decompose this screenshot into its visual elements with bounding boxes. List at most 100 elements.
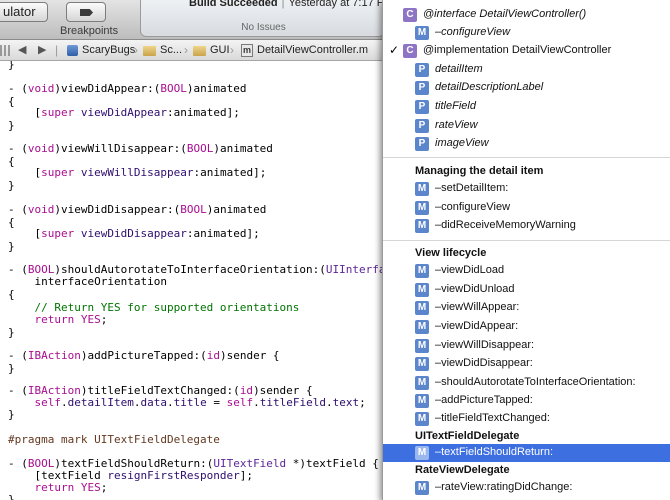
code-line: interfaceOrientation	[8, 275, 167, 288]
menu-item-property[interactable]: P rateView	[383, 117, 670, 135]
code-line: }	[8, 326, 15, 339]
menu-item-method[interactable]: M –addPictureTapped:	[383, 392, 670, 410]
menu-item-label: detailDescriptionLabel	[435, 81, 544, 93]
code-line: }	[8, 362, 15, 375]
code-line: }	[8, 240, 15, 253]
symbol-popup-menu: C @interface DetailViewController() M –c…	[382, 0, 670, 500]
menu-item-method[interactable]: M –viewDidAppear:	[383, 318, 670, 336]
code-line: {	[8, 288, 15, 301]
build-time: Yesterday at 7:17 PM	[288, 0, 394, 9]
menu-item-label: –didReceiveMemoryWarning	[435, 219, 576, 231]
menu-item-method[interactable]: M –setDetailItem:	[383, 180, 670, 198]
method-icon: M	[415, 357, 429, 371]
menu-item-label: imageView	[435, 137, 489, 149]
menu-item-method[interactable]: M –viewDidDisappear:	[383, 355, 670, 373]
menu-item-label: –viewDidAppear:	[435, 320, 519, 332]
code-line: [super viewDidAppear:animated];	[8, 106, 240, 119]
build-status: Build Succeeded | Yesterday at 7:17 PM	[189, 0, 393, 9]
breadcrumb-gui[interactable]: GUI	[210, 44, 230, 56]
menu-item-label: rateView	[435, 119, 478, 131]
menu-divider	[383, 240, 670, 241]
folder-icon	[143, 46, 156, 56]
menu-item-method[interactable]: M –shouldAutorotateToInterfaceOrientatio…	[383, 374, 670, 392]
property-icon: P	[415, 81, 429, 95]
property-icon: P	[415, 63, 429, 77]
method-icon: M	[415, 481, 429, 495]
menu-item-label: –viewWillAppear:	[435, 301, 520, 313]
method-icon: M	[415, 446, 429, 460]
menu-item-method[interactable]: M –viewWillDisappear:	[383, 337, 670, 355]
menu-item-method[interactable]: M –viewDidLoad	[383, 262, 670, 280]
code-line: - (void)viewDidDisappear:(BOOL)animated	[8, 203, 267, 216]
menu-item-implementation[interactable]: ✓ C @implementation DetailViewController	[383, 42, 670, 60]
menu-item-method[interactable]: M –rateView:ratingDidChange:	[383, 479, 670, 497]
code-line: return YES;	[34, 313, 108, 326]
method-icon: M	[415, 182, 429, 196]
class-icon: C	[403, 8, 417, 22]
menu-item-label: –addPictureTapped:	[435, 394, 533, 406]
menu-item-label: @interface DetailViewController()	[423, 8, 587, 20]
menu-item-label: @implementation DetailViewController	[423, 44, 612, 56]
method-icon: M	[415, 283, 429, 297]
menu-item-label: –viewDidDisappear:	[435, 357, 533, 369]
back-arrow-icon[interactable]: ◀	[18, 43, 26, 56]
menu-item-property[interactable]: P imageView	[383, 135, 670, 153]
breakpoints-button[interactable]	[66, 2, 106, 22]
section-header: View lifecycle	[415, 247, 487, 259]
method-icon: M	[415, 219, 429, 233]
property-icon: P	[415, 100, 429, 114]
scheme-button[interactable]: ulator	[0, 2, 48, 22]
menu-item-method[interactable]: M –viewDidUnload	[383, 281, 670, 299]
code-line: self.detailItem.data.title = self.titleF…	[34, 396, 366, 409]
menu-item-highlighted[interactable]: M –textFieldShouldReturn:	[383, 444, 670, 462]
issues-label: No Issues	[241, 22, 286, 33]
forward-arrow-icon[interactable]: ▶	[38, 43, 46, 56]
checkmark-icon: ✓	[389, 43, 400, 57]
menu-item-label: –configureView	[435, 201, 511, 213]
menu-item-label: titleField	[435, 100, 476, 112]
breakpoints-label: Breakpoints	[60, 25, 119, 37]
activity-viewer[interactable]: Build Succeeded | Yesterday at 7:17 PM No …	[140, 0, 393, 37]
pragma-mark: #pragma mark UITextFieldDelegate	[8, 433, 220, 446]
menu-item-method[interactable]: M –configureView	[383, 199, 670, 217]
build-result: Build Succeeded	[189, 0, 278, 9]
code-line: }	[8, 61, 15, 71]
breadcrumb-group[interactable]: Sc...	[160, 44, 182, 56]
menu-item-label: –titleFieldTextChanged:	[435, 412, 550, 424]
class-icon: C	[403, 44, 417, 58]
related-files-icon[interactable]	[0, 45, 11, 56]
method-icon: M	[415, 339, 429, 353]
code-line: - (void)viewWillDisappear:(BOOL)animated	[8, 142, 273, 155]
code-line: }	[8, 119, 15, 132]
menu-item-property[interactable]: P titleField	[383, 98, 670, 116]
menu-item-label: –shouldAutorotateToInterfaceOrientation:	[435, 376, 636, 388]
menu-item-method[interactable]: M –didReceiveMemoryWarning	[383, 217, 670, 235]
code-line: }	[8, 493, 15, 500]
project-icon	[67, 45, 78, 56]
menu-item-label: –textFieldShouldReturn:	[435, 446, 554, 458]
breakpoint-icon	[80, 9, 93, 16]
menu-item-method[interactable]: M –titleFieldTextChanged:	[383, 410, 670, 428]
menu-item-label: –viewDidUnload	[435, 283, 515, 295]
menu-item-property[interactable]: P detailDescriptionLabel	[383, 79, 670, 97]
code-line: [super viewWillDisappear:animated];	[8, 166, 267, 179]
menu-item-label: –setDetailItem:	[435, 182, 509, 194]
method-icon: M	[415, 376, 429, 390]
folder-icon	[193, 46, 206, 56]
property-icon: P	[415, 119, 429, 133]
menu-divider	[383, 157, 670, 158]
menu-item-property[interactable]: P detailItem	[383, 61, 670, 79]
menu-item-interface[interactable]: C @interface DetailViewController()	[383, 6, 670, 24]
menu-item-label: –viewWillDisappear:	[435, 339, 535, 351]
menu-item-configure-view[interactable]: M –configureView	[383, 24, 670, 42]
menu-item-label: –configureView	[435, 26, 511, 38]
code-line: }	[8, 179, 15, 192]
breadcrumb-file[interactable]: DetailViewController.m	[257, 44, 368, 56]
section-header: RateViewDelegate	[415, 464, 510, 476]
breadcrumb-project[interactable]: ScaryBugs	[82, 44, 135, 56]
code-line: }	[8, 408, 15, 421]
method-icon: M	[415, 301, 429, 315]
section-header: Managing the detail item	[415, 165, 544, 177]
menu-item-method[interactable]: M –viewWillAppear:	[383, 299, 670, 317]
code-line: return YES;	[34, 481, 108, 494]
